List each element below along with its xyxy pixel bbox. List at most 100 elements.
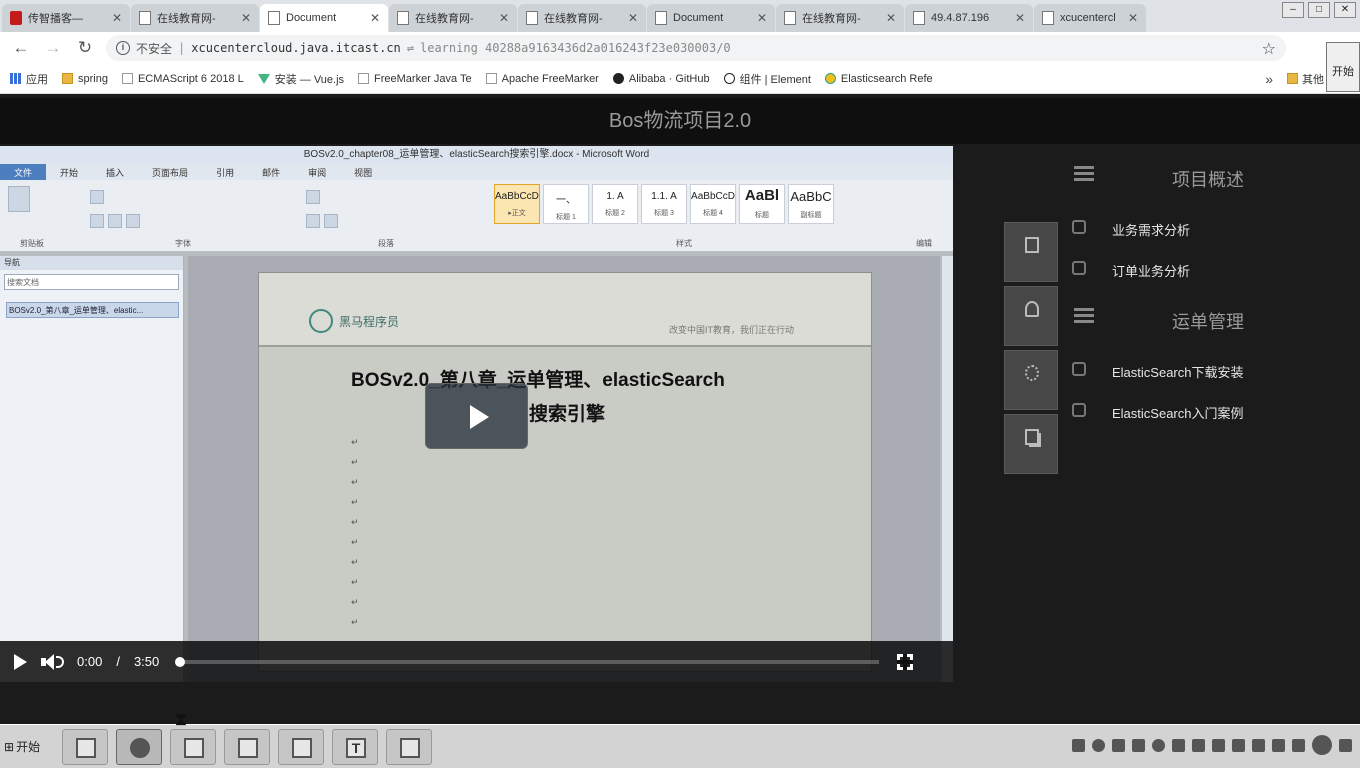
forward-arrow-icon[interactable]: → bbox=[42, 37, 64, 59]
bold-icon bbox=[90, 214, 104, 228]
video-lesson-icon bbox=[1072, 220, 1086, 234]
tray-help-icon[interactable] bbox=[1092, 738, 1105, 752]
taskbar-notepad-button[interactable] bbox=[278, 728, 324, 765]
url-path: learning 40288a9163436d2a016243f23e03000… bbox=[420, 41, 731, 55]
reload-icon[interactable]: ↻ bbox=[74, 37, 96, 59]
page-icon bbox=[485, 73, 497, 84]
close-icon[interactable]: ✕ bbox=[886, 11, 896, 25]
close-icon[interactable]: ✕ bbox=[1128, 11, 1138, 25]
window-controls: – □ ✕ bbox=[1282, 2, 1356, 18]
word-ribbon: AaBbCcDd ▸正文 一、 标题 1 1. A 标题 2 1.1. A 标题 3 A… bbox=[0, 180, 953, 252]
video-player[interactable]: BOSv2.0_chapter08_运单管理、elasticSearch搜索引擎… bbox=[0, 146, 953, 682]
tray-volume-icon[interactable] bbox=[1272, 738, 1285, 752]
side-start-button[interactable]: 开始 bbox=[1326, 42, 1360, 92]
tab-label: 在线教育网- bbox=[802, 13, 861, 25]
red-favicon-icon bbox=[10, 11, 22, 25]
tray-globe-icon[interactable] bbox=[1312, 734, 1332, 755]
close-icon[interactable]: ✕ bbox=[1015, 11, 1025, 25]
close-icon[interactable]: ✕ bbox=[241, 11, 251, 25]
close-icon[interactable]: ✕ bbox=[112, 11, 122, 25]
tray-security-icon[interactable] bbox=[1152, 738, 1165, 752]
play-button-icon[interactable] bbox=[14, 653, 27, 670]
bookmark-spring[interactable]: spring bbox=[62, 73, 108, 85]
taskbar-explorer-button[interactable] bbox=[62, 728, 108, 765]
taskbar-cursor-app-button[interactable] bbox=[386, 728, 432, 765]
bookmark-star-icon[interactable]: ☆ bbox=[1262, 39, 1276, 58]
browser-tab[interactable]: xcucentercl ✕ bbox=[1034, 4, 1146, 32]
fullscreen-icon[interactable] bbox=[897, 653, 914, 670]
browser-tab[interactable]: 在线教育网- ✕ bbox=[389, 4, 517, 32]
tray-signal-icon[interactable] bbox=[1292, 738, 1305, 752]
catalog-tool-button[interactable] bbox=[1004, 222, 1058, 282]
minimize-button[interactable]: – bbox=[1282, 2, 1304, 18]
style-name: 标题 2 bbox=[605, 210, 625, 217]
tray-sync-icon[interactable] bbox=[1232, 738, 1245, 752]
tray-app-icon[interactable] bbox=[1172, 738, 1185, 752]
close-icon[interactable]: ✕ bbox=[370, 11, 380, 25]
paragraph-mark-icon: ↵ bbox=[351, 557, 359, 567]
taskbar-tool-button[interactable] bbox=[224, 728, 270, 765]
tray-keyboard-icon[interactable] bbox=[1072, 738, 1085, 752]
bookmark-elasticsearch[interactable]: Elasticsearch Refe bbox=[824, 73, 933, 85]
toc-lesson-item[interactable]: ElasticSearch下载安装 bbox=[1060, 354, 1360, 384]
video-controls: 0:00 / 3:50 bbox=[0, 641, 953, 682]
toc-lesson-item[interactable]: 订单业务分析 bbox=[1060, 253, 1360, 283]
browser-tab-active[interactable]: Document ✕ bbox=[260, 4, 388, 32]
address-bar[interactable]: i 不安全 | xcucentercloud.java.itcast.cn ⇌ … bbox=[106, 35, 1286, 61]
bookmark-apache-freemarker[interactable]: Apache FreeMarker bbox=[485, 73, 599, 85]
toc-lesson-item[interactable]: ElasticSearch入门案例 bbox=[1060, 395, 1360, 425]
tray-network-icon[interactable] bbox=[1112, 738, 1125, 752]
settings-tool-button[interactable] bbox=[1004, 350, 1058, 410]
bookmark-freemarker-java[interactable]: FreeMarker Java Te bbox=[358, 73, 472, 85]
materials-tool-button[interactable] bbox=[1004, 414, 1058, 474]
close-icon[interactable]: ✕ bbox=[628, 11, 638, 25]
browser-tab[interactable]: 在线教育网- ✕ bbox=[131, 4, 259, 32]
style-name: 标题 4 bbox=[703, 210, 723, 217]
page-icon bbox=[1042, 11, 1054, 25]
bookmark-apps[interactable]: 应用 bbox=[10, 71, 48, 87]
italic-icon bbox=[108, 214, 122, 228]
back-arrow-icon[interactable]: ← bbox=[10, 37, 32, 59]
lesson-title: 业务需求分析 bbox=[1112, 223, 1191, 238]
close-icon[interactable]: ✕ bbox=[757, 11, 767, 25]
page-icon bbox=[784, 11, 796, 25]
word-ribbon-tab: 邮件 bbox=[262, 168, 281, 178]
bookmark-ecmascript[interactable]: ECMAScript 6 2018 L bbox=[121, 73, 244, 85]
start-button[interactable]: ⊞ 开始 bbox=[4, 731, 54, 763]
taskbar-chrome-button[interactable] bbox=[116, 728, 162, 765]
word-style: AaBbC 副标题 bbox=[788, 184, 834, 224]
tray-battery-icon[interactable] bbox=[1252, 738, 1265, 752]
info-icon[interactable]: i bbox=[116, 41, 130, 55]
tray-show-desktop-icon[interactable] bbox=[1339, 738, 1352, 752]
progress-knob[interactable] bbox=[175, 656, 186, 667]
browser-tab[interactable]: 传智播客— ✕ bbox=[2, 4, 130, 32]
bookmark-element[interactable]: 组件 | Element bbox=[723, 71, 811, 87]
notes-tool-button[interactable] bbox=[1004, 286, 1058, 346]
tray-bluetooth-icon[interactable] bbox=[1212, 738, 1225, 752]
bookmark-alibaba-github[interactable]: Alibaba · GitHub bbox=[612, 73, 710, 85]
side-tools bbox=[1004, 222, 1058, 478]
bookmark-vue[interactable]: 安装 — Vue.js bbox=[257, 71, 344, 87]
tab-label: 传智播客— bbox=[28, 13, 83, 25]
progress-bar[interactable] bbox=[175, 656, 880, 667]
browser-tab[interactable]: 49.4.87.196 ✕ bbox=[905, 4, 1033, 32]
list-icon bbox=[1074, 166, 1094, 182]
tray-window-icon[interactable] bbox=[1132, 738, 1145, 752]
other-bookmarks[interactable]: 其他 bbox=[1287, 71, 1324, 87]
taskbar-intellij-button[interactable] bbox=[170, 728, 216, 765]
close-window-button[interactable]: ✕ bbox=[1334, 2, 1356, 18]
list-icon bbox=[1074, 308, 1094, 324]
browser-tab[interactable]: 在线教育网- ✕ bbox=[776, 4, 904, 32]
style-name: 标题 3 bbox=[654, 210, 674, 217]
close-icon[interactable]: ✕ bbox=[499, 11, 509, 25]
url-host: xcucentercloud.java.itcast.cn bbox=[191, 41, 401, 55]
tray-display-icon[interactable] bbox=[1192, 738, 1205, 752]
toc-lesson-item[interactable]: 业务需求分析 bbox=[1060, 212, 1360, 242]
maximize-button[interactable]: □ bbox=[1308, 2, 1330, 18]
volume-icon[interactable] bbox=[41, 653, 64, 671]
more-bookmarks-chevron-icon[interactable]: » bbox=[1265, 71, 1273, 87]
browser-tab[interactable]: Document ✕ bbox=[647, 4, 775, 32]
browser-tab[interactable]: 在线教育网- ✕ bbox=[518, 4, 646, 32]
taskbar-text-editor-button[interactable]: T bbox=[332, 728, 378, 765]
big-play-button[interactable] bbox=[425, 383, 528, 449]
